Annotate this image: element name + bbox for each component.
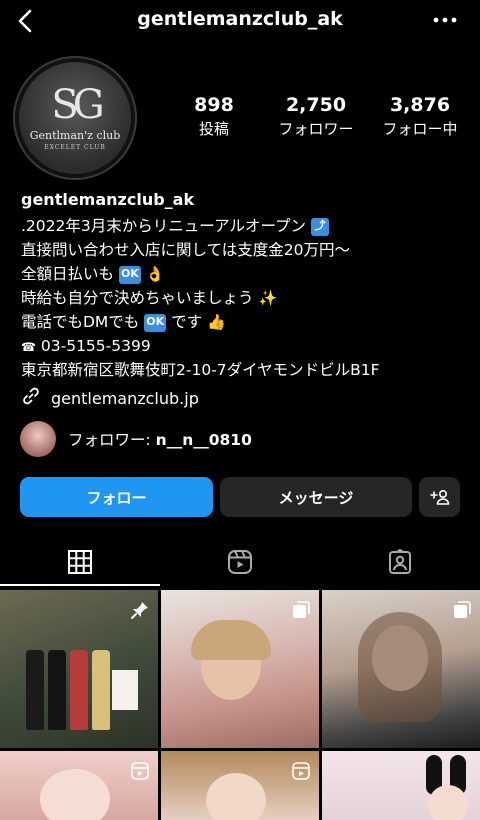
bio-line: .2022年3月末からリニューアルオープン ⤴ bbox=[21, 214, 471, 238]
club-logo: SG Gentlman'z club EXCELET CLUB bbox=[19, 62, 131, 174]
ok-hand-emoji-icon: 👌 bbox=[145, 264, 165, 283]
bio-line: 電話でもDMでも OK です 👍 bbox=[21, 310, 471, 334]
champagne-bottles-image bbox=[16, 630, 116, 730]
price-card bbox=[112, 670, 138, 710]
link-text[interactable]: gentlemanzclub.jp bbox=[51, 389, 199, 408]
bio-line-text: .2022年3月末からリニューアルオープン bbox=[21, 217, 307, 235]
followers-label: フォロワー bbox=[278, 120, 354, 138]
suggested-users-button[interactable] bbox=[419, 477, 460, 517]
tab-reels[interactable] bbox=[160, 538, 320, 586]
post-thumbnail[interactable] bbox=[161, 590, 319, 748]
stat-posts[interactable]: 898 投稿 bbox=[186, 94, 242, 139]
tab-tagged[interactable] bbox=[320, 538, 480, 586]
follower-avatar bbox=[20, 421, 56, 457]
photo-subject bbox=[40, 769, 110, 820]
reels-icon bbox=[228, 550, 252, 574]
profile-name: gentlemanzclub_ak bbox=[21, 190, 195, 209]
logo-mark: SG bbox=[51, 82, 104, 128]
pin-icon bbox=[131, 602, 148, 619]
photo-subject bbox=[206, 773, 266, 820]
phone-number[interactable]: 03-5155-5399 bbox=[41, 337, 151, 355]
bio-line: 全額日払いも OK 👌 bbox=[21, 262, 471, 286]
followers-count: 2,750 bbox=[285, 94, 347, 116]
posts-count: 898 bbox=[194, 94, 234, 116]
ok-emoji-icon: OK bbox=[144, 313, 167, 332]
bio-line-text: 時給も自分で決めちゃいましょう bbox=[21, 289, 254, 307]
message-button[interactable]: メッセージ bbox=[220, 477, 412, 517]
carousel-icon bbox=[293, 601, 310, 618]
bio-line: 東京都新宿区歌舞伎町2-10-7ダイヤモンドビルB1F bbox=[21, 358, 471, 382]
top-bar: gentlemanzclub_ak bbox=[0, 0, 480, 44]
bio-line: 時給も自分で決めちゃいましょう ✨ bbox=[21, 286, 471, 310]
posts-label: 投稿 bbox=[198, 120, 229, 138]
active-tab-indicator bbox=[0, 584, 160, 586]
bio-line-text: 電話でもDMでも bbox=[21, 313, 140, 331]
more-options-icon[interactable] bbox=[430, 8, 460, 32]
grid-icon bbox=[68, 550, 92, 574]
tagged-icon bbox=[389, 549, 411, 574]
bio-line-text: 全額日払いも bbox=[21, 265, 115, 283]
thumbs-up-emoji-icon: 👍 bbox=[207, 312, 226, 331]
bio: gentlemanzclub_ak .2022年3月末からリニューアルオープン … bbox=[21, 190, 471, 382]
post-thumbnail[interactable] bbox=[161, 751, 319, 820]
bio-line-text: です bbox=[171, 313, 203, 331]
follow-button[interactable]: フォロー bbox=[20, 477, 213, 517]
bottle bbox=[70, 650, 88, 730]
bio-line: 直接問い合わせ入店に関しては支度金20万円〜 bbox=[21, 238, 471, 262]
photo-subject-hair bbox=[191, 620, 271, 660]
ok-emoji-icon: OK bbox=[118, 265, 141, 284]
followed-by-row[interactable]: フォロワー: n__n__0810 bbox=[20, 421, 252, 457]
photo-subject-hair bbox=[358, 612, 442, 722]
followed-by-text: フォロワー: n__n__0810 bbox=[68, 428, 252, 450]
profile-tabs bbox=[0, 538, 480, 586]
bio-line: ☎ 03-5155-5399 bbox=[21, 334, 471, 358]
logo-subtext: EXCELET CLUB bbox=[44, 144, 106, 151]
sparkles-emoji-icon: ✨ bbox=[258, 288, 278, 307]
bottle bbox=[92, 650, 110, 730]
arrow-up-emoji-icon: ⤴ bbox=[310, 217, 329, 236]
link-icon bbox=[21, 386, 41, 410]
website-link[interactable]: gentlemanzclub.jp bbox=[21, 386, 199, 410]
profile-avatar[interactable]: SG Gentlman'z club EXCELET CLUB bbox=[13, 56, 137, 180]
photo-subject bbox=[428, 785, 468, 820]
carousel-icon bbox=[454, 601, 471, 618]
bottle bbox=[48, 650, 66, 730]
followed-by-prefix: フォロワー: bbox=[68, 431, 156, 449]
reels-icon bbox=[292, 762, 310, 780]
follower-username: n__n__0810 bbox=[155, 431, 252, 449]
post-thumbnail[interactable] bbox=[322, 590, 480, 748]
logo-name: Gentlman'z club bbox=[29, 129, 121, 142]
post-thumbnail[interactable] bbox=[322, 751, 480, 820]
following-label: フォロー中 bbox=[382, 120, 458, 138]
bottle bbox=[26, 650, 44, 730]
page-title: gentlemanzclub_ak bbox=[137, 8, 343, 30]
add-person-icon bbox=[429, 489, 449, 505]
tab-grid[interactable] bbox=[0, 538, 160, 586]
stat-following[interactable]: 3,876 フォロー中 bbox=[372, 94, 468, 139]
phone-icon: ☎ bbox=[21, 340, 36, 354]
address-text: 東京都新宿区歌舞伎町2-10-7ダイヤモンドビルB1F bbox=[21, 361, 380, 379]
post-thumbnail[interactable] bbox=[0, 590, 158, 748]
stat-followers[interactable]: 2,750 フォロワー bbox=[268, 94, 364, 139]
reels-icon bbox=[131, 762, 149, 780]
following-count: 3,876 bbox=[389, 94, 451, 116]
post-thumbnail[interactable] bbox=[0, 751, 158, 820]
bio-line-text: 直接問い合わせ入店に関しては支度金20万円〜 bbox=[21, 241, 350, 259]
posts-grid bbox=[0, 590, 480, 820]
